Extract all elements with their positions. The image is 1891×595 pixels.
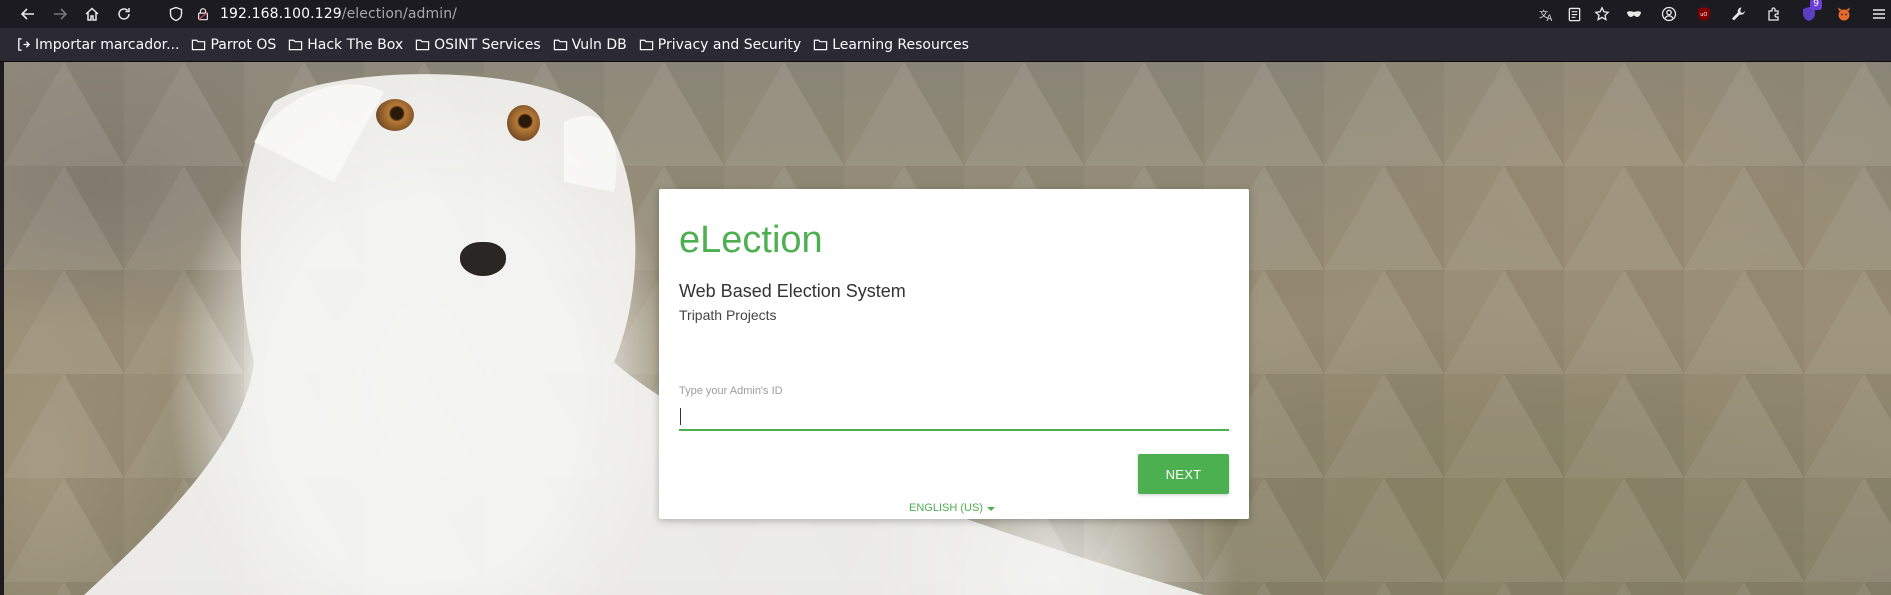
url-path: /election/admin/ xyxy=(341,6,457,22)
admin-id-input[interactable] xyxy=(679,401,1229,431)
fox-eye-right xyxy=(507,105,540,141)
bookmark-label: Privacy and Security xyxy=(657,36,802,53)
folder-icon xyxy=(192,39,206,51)
svg-text:A: A xyxy=(1546,13,1552,22)
bookmark-folder-learning-resources[interactable]: Learning Resources xyxy=(813,37,969,53)
bookmark-label: Hack The Box xyxy=(307,36,404,53)
reload-button[interactable] xyxy=(110,2,138,26)
language-selector[interactable]: ENGLISH (US) xyxy=(909,502,995,514)
bookmark-import[interactable]: Importar marcador... xyxy=(16,37,179,53)
url-host: 192.168.100.129 xyxy=(220,6,342,22)
bookmark-folder-osint-services[interactable]: OSINT Services xyxy=(415,37,541,53)
bookmark-folder-privacy-and-security[interactable]: Privacy and Security xyxy=(639,37,801,53)
bookmark-label: Learning Resources xyxy=(832,36,969,53)
wrench-icon[interactable] xyxy=(1725,3,1752,25)
private-mask-icon[interactable] xyxy=(1620,3,1647,25)
svg-text:uO: uO xyxy=(1700,12,1707,18)
url-text[interactable]: 192.168.100.129/election/admin/ xyxy=(220,6,457,22)
shield-icon[interactable] xyxy=(168,6,184,22)
fox-eye-left xyxy=(376,99,414,131)
menu-icon[interactable] xyxy=(1865,3,1891,25)
bookmark-star-icon[interactable] xyxy=(1592,4,1612,24)
extension-toolbar: uO 9 xyxy=(1620,0,1891,28)
bookmarks-bar: Importar marcador... Parrot OS Hack The … xyxy=(0,28,1891,62)
bookmark-label: Importar marcador... xyxy=(35,36,180,53)
bookmark-label: Parrot OS xyxy=(210,36,277,53)
bookmark-label: OSINT Services xyxy=(434,36,541,53)
arrow-right-icon xyxy=(54,8,68,20)
reload-icon xyxy=(118,8,130,20)
caret-down-icon xyxy=(986,507,995,511)
reader-view-icon[interactable] xyxy=(1564,4,1584,24)
login-card: eLection Web Based Election System Tripa… xyxy=(659,189,1249,519)
url-bar[interactable]: 192.168.100.129/election/admin/ 文A xyxy=(162,0,1616,28)
bookmark-label: Vuln DB xyxy=(571,36,627,53)
folder-icon xyxy=(415,39,430,51)
organization-name: Tripath Projects xyxy=(679,307,777,323)
extension-badge: 9 xyxy=(1810,0,1822,10)
folder-icon xyxy=(289,39,303,51)
browser-toolbar: 192.168.100.129/election/admin/ 文A uO 9 xyxy=(0,0,1891,28)
forward-button[interactable] xyxy=(46,2,74,26)
app-subtitle: Web Based Election System xyxy=(679,281,906,301)
language-label: ENGLISH (US) xyxy=(909,502,983,514)
account-icon[interactable] xyxy=(1655,3,1682,25)
extensions-puzzle-icon[interactable] xyxy=(1760,3,1787,25)
bookmark-folder-hack-the-box[interactable]: Hack The Box xyxy=(288,37,403,53)
folder-icon xyxy=(813,39,828,51)
lock-icon[interactable] xyxy=(196,7,210,21)
ublock-icon[interactable]: uO xyxy=(1690,3,1717,25)
home-button[interactable] xyxy=(78,2,106,26)
arrow-left-icon xyxy=(20,8,34,20)
bookmark-folder-parrot-os[interactable]: Parrot OS xyxy=(191,37,276,53)
app-title: eLection xyxy=(679,219,823,261)
shield-extension-icon[interactable]: 9 xyxy=(1795,0,1822,25)
back-button[interactable] xyxy=(14,2,42,26)
page-viewport: eLection Web Based Election System Tripa… xyxy=(4,62,1891,595)
translate-icon[interactable]: 文A xyxy=(1536,4,1556,24)
admin-id-label: Type your Admin's ID xyxy=(679,385,783,397)
home-icon xyxy=(85,7,99,21)
text-caret xyxy=(680,408,681,425)
fox-nose xyxy=(460,242,506,276)
next-button[interactable]: NEXT xyxy=(1138,454,1229,494)
folder-icon xyxy=(553,39,567,51)
import-icon xyxy=(18,38,31,51)
folder-icon xyxy=(639,39,653,51)
foxyproxy-icon[interactable] xyxy=(1830,3,1857,25)
bookmark-folder-vuln-db[interactable]: Vuln DB xyxy=(553,37,627,53)
